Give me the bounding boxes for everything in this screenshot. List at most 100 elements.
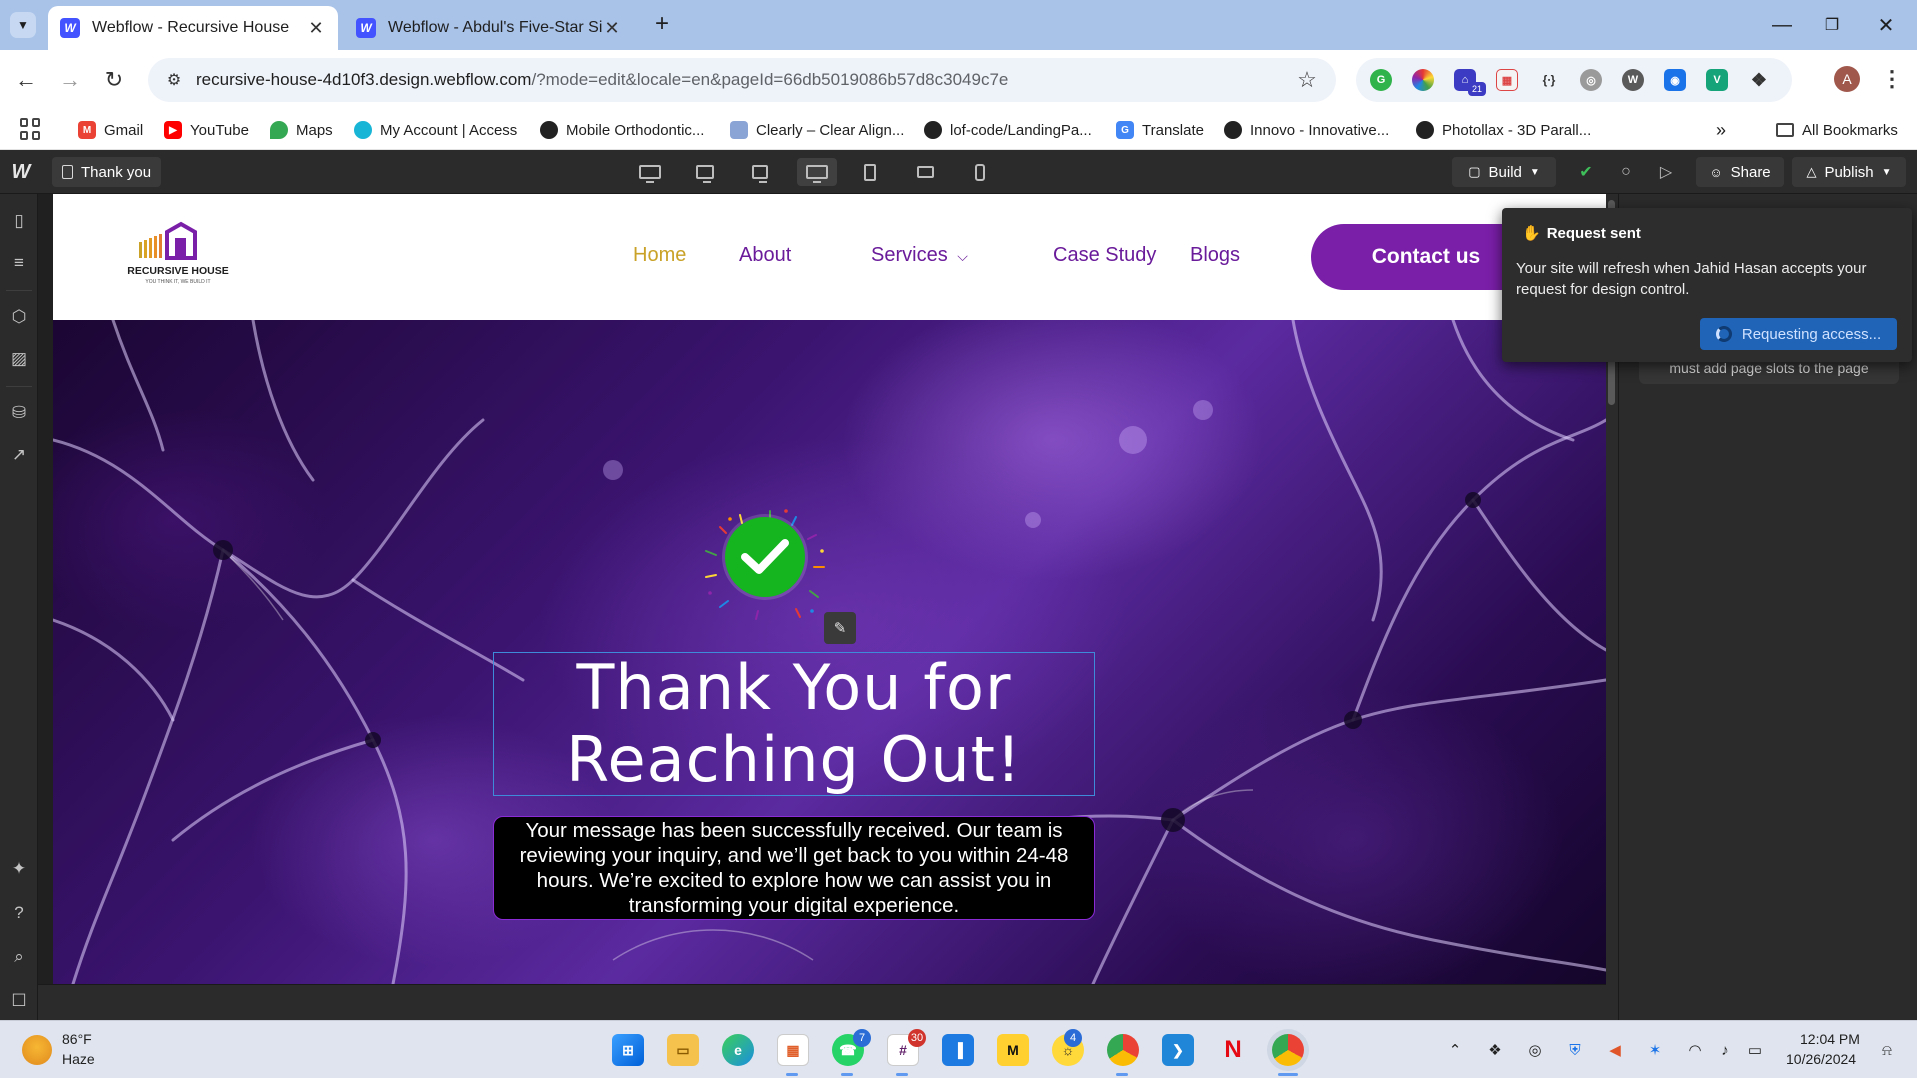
anydesk-icon[interactable]: ◀ bbox=[1604, 1039, 1626, 1061]
chrome-profile-icon[interactable] bbox=[1272, 1034, 1304, 1066]
breakpoint-desktop-1280[interactable] bbox=[742, 158, 778, 186]
share-button[interactable]: ☺ Share bbox=[1696, 157, 1784, 187]
slack-tray-icon[interactable]: ❖ bbox=[1484, 1039, 1506, 1061]
apps-icon[interactable]: ✦ bbox=[8, 858, 30, 880]
netflix-icon[interactable]: N bbox=[1217, 1034, 1249, 1066]
bookmark-gmail[interactable]: M Gmail bbox=[78, 118, 143, 142]
new-tab-button[interactable]: + bbox=[648, 10, 676, 38]
clock-date[interactable]: 10/26/2024 bbox=[1786, 1051, 1856, 1067]
microsoft-store-icon[interactable]: ▦ bbox=[777, 1034, 809, 1066]
bookmark-my-account[interactable]: My Account | Access bbox=[354, 118, 517, 142]
recursive-house-logo[interactable]: RECURSIVE HOUSE YOU THINK IT, WE BUILD I… bbox=[123, 220, 233, 296]
search-icon[interactable]: ⌕ bbox=[8, 946, 30, 968]
apps-grid-icon[interactable] bbox=[20, 118, 42, 140]
bluetooth-icon[interactable]: ✶ bbox=[1644, 1039, 1666, 1061]
chrome-icon[interactable] bbox=[1107, 1034, 1139, 1066]
selected-heading-outline[interactable]: Thank You for Reaching Out! bbox=[493, 652, 1095, 796]
confirmation-message-box[interactable]: Your message has been successfully recei… bbox=[493, 816, 1095, 920]
bookmark-photollax[interactable]: Photollax - 3D Parall... bbox=[1416, 118, 1591, 142]
bookmark-github[interactable]: lof-code/LandingPa... bbox=[924, 118, 1092, 142]
navigator-icon[interactable]: ≡ bbox=[8, 252, 30, 274]
nav-link-about[interactable]: About bbox=[739, 244, 791, 267]
calendar-extension-icon[interactable]: ▦ bbox=[1496, 69, 1518, 91]
reload-button[interactable]: ↻ bbox=[98, 64, 130, 96]
requesting-access-button[interactable]: Requesting access... bbox=[1700, 318, 1897, 350]
color-picker-extension-icon[interactable] bbox=[1412, 69, 1434, 91]
design-canvas[interactable]: RECURSIVE HOUSE YOU THINK IT, WE BUILD I… bbox=[53, 194, 1606, 984]
bookmark-youtube[interactable]: ▶ YouTube bbox=[164, 118, 249, 142]
more-menu-icon[interactable]: ⋮ bbox=[1880, 64, 1904, 94]
webflow-logo-icon[interactable]: W bbox=[8, 160, 34, 184]
browser-tab-webflow-recursive-house[interactable]: W Webflow - Recursive House ✕ bbox=[48, 6, 338, 50]
forward-button[interactable]: → bbox=[54, 64, 86, 96]
notification-bell-icon[interactable]: ⍾ bbox=[1876, 1039, 1898, 1061]
vue-devtools-extension-icon[interactable]: V bbox=[1706, 69, 1728, 91]
all-bookmarks-button[interactable]: All Bookmarks bbox=[1776, 118, 1898, 142]
miro-icon[interactable]: M bbox=[997, 1034, 1029, 1066]
tab-search-button[interactable]: ▼ bbox=[10, 12, 36, 38]
cms-icon[interactable]: ⛁ bbox=[8, 402, 30, 424]
windows-start-icon[interactable]: ⊞ bbox=[612, 1034, 644, 1066]
minimize-button[interactable]: — bbox=[1762, 10, 1802, 40]
close-icon[interactable]: ✕ bbox=[306, 18, 326, 38]
bookmark-star-icon[interactable]: ☆ bbox=[1292, 65, 1322, 95]
file-explorer-icon[interactable]: ▭ bbox=[667, 1034, 699, 1066]
audit-icon[interactable]: ☐ bbox=[8, 990, 30, 1012]
bookmark-innovo[interactable]: Innovo - Innovative... bbox=[1224, 118, 1389, 142]
address-bar[interactable]: ⚙ recursive-house-4d10f3.design.webflow.… bbox=[148, 58, 1336, 102]
bookmark-clearly[interactable]: Clearly – Clear Align... bbox=[730, 118, 904, 142]
clock-time[interactable]: 12:04 PM bbox=[1800, 1031, 1860, 1047]
globe-extension-icon[interactable]: ◎ bbox=[1580, 69, 1602, 91]
nav-link-services[interactable]: Services ⌵ bbox=[871, 244, 968, 267]
wordpress-extension-icon[interactable]: W bbox=[1622, 69, 1644, 91]
chevron-up-icon[interactable]: ⌃ bbox=[1444, 1039, 1466, 1061]
site-info-icon[interactable]: ⚙ bbox=[160, 66, 188, 94]
bookmark-translate[interactable]: G Translate bbox=[1116, 118, 1204, 142]
page-selector[interactable]: Thank you bbox=[52, 157, 162, 187]
comment-icon[interactable]: ○ bbox=[1614, 160, 1638, 184]
breakpoint-mobile-portrait[interactable] bbox=[962, 158, 998, 186]
puzzle-icon[interactable]: ❖ bbox=[1748, 69, 1770, 91]
vscode-icon[interactable]: ❯ bbox=[1162, 1034, 1194, 1066]
battery-icon[interactable]: ▭ bbox=[1744, 1039, 1766, 1061]
preview-play-icon[interactable]: ▷ bbox=[1654, 160, 1678, 184]
trello-icon[interactable]: ▐ bbox=[942, 1034, 974, 1066]
screen-recorder-extension-icon[interactable]: ◉ bbox=[1664, 69, 1686, 91]
wifi-icon[interactable]: ◠ bbox=[1684, 1039, 1706, 1061]
pages-icon[interactable]: ▯ bbox=[8, 210, 30, 232]
components-icon[interactable]: ⬡ bbox=[8, 306, 30, 328]
grammarly-extension-icon[interactable]: G bbox=[1370, 69, 1392, 91]
browser-tab-webflow-five-star[interactable]: W Webflow - Abdul's Five-Star Site ✕ bbox=[344, 6, 634, 50]
defender-icon[interactable]: ⛨ bbox=[1564, 1039, 1586, 1061]
volume-icon[interactable]: ♪ bbox=[1714, 1039, 1736, 1061]
bookmark-maps[interactable]: Maps bbox=[270, 118, 333, 142]
site-navbar[interactable]: RECURSIVE HOUSE YOU THINK IT, WE BUILD I… bbox=[53, 194, 1606, 320]
bookmark-mobile-orthodontic[interactable]: Mobile Orthodontic... bbox=[540, 118, 704, 142]
breakpoint-tablet[interactable] bbox=[852, 158, 888, 186]
help-icon[interactable]: ? bbox=[8, 902, 30, 924]
build-mode-button[interactable]: ▢ Build ▼ bbox=[1452, 157, 1556, 187]
breakpoint-desktop-base[interactable] bbox=[797, 158, 837, 186]
checkmark-icon[interactable]: ✔ bbox=[1574, 160, 1598, 184]
breakpoint-large-desktop[interactable] bbox=[632, 158, 668, 186]
nav-link-blogs[interactable]: Blogs bbox=[1190, 244, 1240, 267]
close-window-button[interactable]: ✕ bbox=[1866, 10, 1906, 40]
publish-button[interactable]: △ Publish ▼ bbox=[1792, 157, 1906, 187]
breakpoint-mobile-landscape[interactable] bbox=[907, 158, 943, 186]
assets-icon[interactable]: ▨ bbox=[8, 348, 30, 370]
more-bookmarks-button[interactable]: » bbox=[1716, 118, 1726, 142]
chrome-tray-icon[interactable]: ◎ bbox=[1524, 1039, 1546, 1061]
close-icon[interactable]: ✕ bbox=[602, 18, 622, 38]
back-button[interactable]: ← bbox=[10, 64, 42, 96]
pencil-icon[interactable]: ✎ bbox=[824, 612, 856, 644]
profile-avatar[interactable]: A bbox=[1834, 66, 1860, 92]
json-extension-icon[interactable]: {∙} bbox=[1538, 69, 1560, 91]
weather-haze-icon[interactable] bbox=[22, 1035, 52, 1065]
weather-condition[interactable]: Haze bbox=[62, 1051, 95, 1067]
analyze-icon[interactable]: ↗ bbox=[8, 444, 30, 466]
restore-button[interactable]: ❐ bbox=[1812, 10, 1852, 40]
url-text[interactable]: recursive-house-4d10f3.design.webflow.co… bbox=[196, 70, 1292, 90]
thank-you-hero[interactable]: ✎ Thank You for Reaching Out! Your messa… bbox=[53, 320, 1606, 984]
edge-icon[interactable]: e bbox=[722, 1034, 754, 1066]
thank-you-heading[interactable]: Thank You for Reaching Out! bbox=[494, 652, 1094, 796]
